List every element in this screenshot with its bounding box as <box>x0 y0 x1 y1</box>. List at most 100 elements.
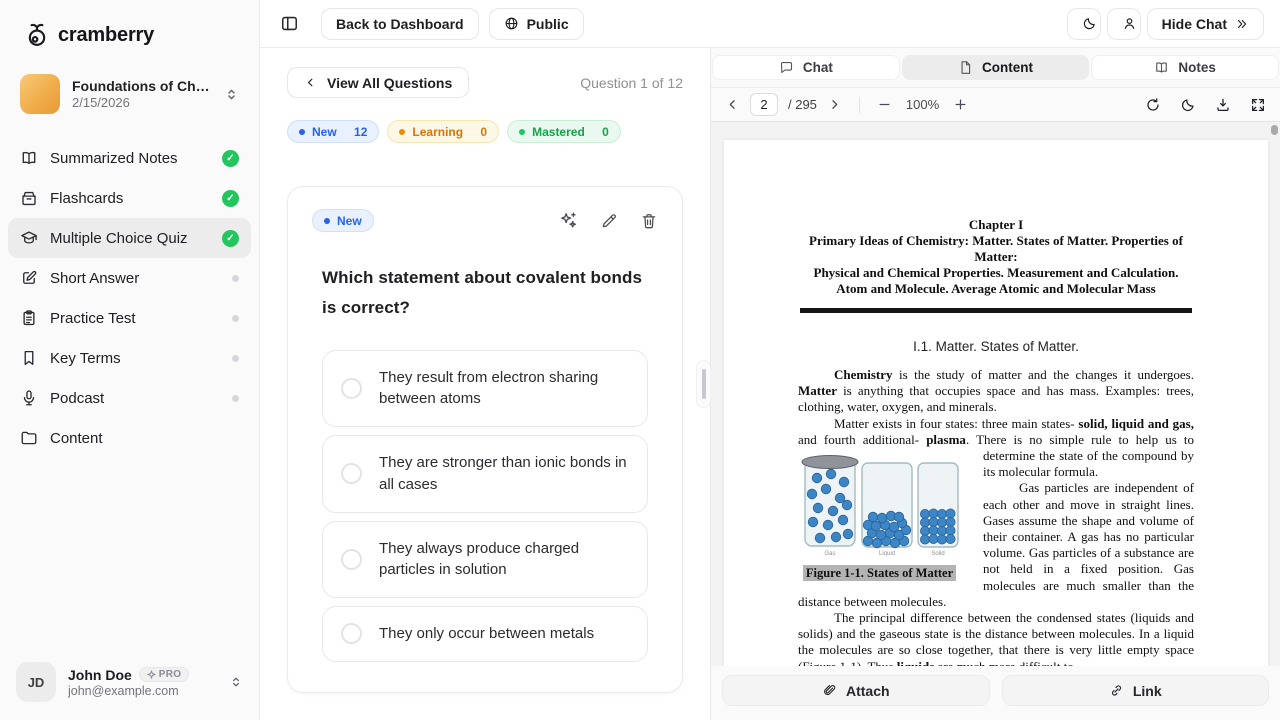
sidebar-item-label: Flashcards <box>50 190 123 207</box>
sidebar-item-multiple-choice-quiz[interactable]: Multiple Choice Quiz <box>8 218 251 258</box>
zoom-in-icon[interactable] <box>953 97 968 112</box>
sidebar-item-label: Podcast <box>50 390 104 407</box>
dark-mode-button[interactable] <box>1067 8 1101 40</box>
sidebar-item-practice-test[interactable]: Practice Test <box>8 298 251 338</box>
answer-option-2[interactable]: They are stronger than ionic bonds in al… <box>322 435 648 513</box>
radio-icon[interactable] <box>341 549 362 570</box>
pdf-subtitle: Physical and Chemical Properties. Measur… <box>798 265 1194 281</box>
folder-icon <box>20 429 38 447</box>
view-all-questions-button[interactable]: View All Questions <box>287 67 469 98</box>
sidebar-toggle-button[interactable] <box>276 10 303 37</box>
sidebar-item-summarized-notes[interactable]: Summarized Notes <box>8 138 251 178</box>
app-logo: cramberry <box>0 0 259 58</box>
notes-book-icon <box>1154 60 1169 75</box>
learning-dot-icon <box>399 129 405 135</box>
tab-notes[interactable]: Notes <box>1091 55 1279 80</box>
beakers-figure-image: Gas Liquid Solid <box>798 453 961 559</box>
answer-option-3[interactable]: They always produce charged particles in… <box>322 521 648 599</box>
panel-resize-handle[interactable] <box>696 360 711 408</box>
pdf-actions-bar: Attach Link <box>711 666 1280 720</box>
check-circle-icon <box>222 150 239 167</box>
sidebar-nav: Summarized Notes Flashcards Multiple Cho… <box>0 138 259 458</box>
attach-button[interactable]: Attach <box>722 675 990 706</box>
panel-tabs: Chat Content Notes <box>711 48 1280 88</box>
mastered-dot-icon <box>519 129 525 135</box>
zoom-out-icon[interactable] <box>877 97 892 112</box>
course-date: 2/15/2026 <box>72 95 212 110</box>
refresh-icon[interactable] <box>1145 97 1161 113</box>
ai-sparkles-icon[interactable] <box>559 211 578 230</box>
edit-pencil-icon[interactable] <box>600 212 618 230</box>
document-icon <box>958 60 973 75</box>
pdf-toolbar: / 295 100% <box>711 88 1280 122</box>
check-circle-icon <box>222 230 239 247</box>
pdf-chapter-title: Chapter I <box>798 217 1194 233</box>
course-avatar <box>20 74 60 114</box>
cranberry-logo-icon <box>24 22 50 48</box>
filter-badge-new[interactable]: New 12 <box>287 120 379 143</box>
status-filters: New 12 Learning 0 Mastered 0 <box>287 120 683 143</box>
sidebar-item-key-terms[interactable]: Key Terms <box>8 338 251 378</box>
course-selector[interactable]: Foundations of Che… 2/15/2026 <box>16 70 243 118</box>
page-number-input[interactable] <box>750 93 778 116</box>
fullscreen-icon[interactable] <box>1250 97 1266 113</box>
moon-icon <box>1082 16 1097 31</box>
bookmark-icon <box>20 349 38 367</box>
tab-content[interactable]: Content <box>902 55 1090 80</box>
chevron-left-icon <box>304 76 317 89</box>
answer-option-1[interactable]: They result from electron sharing betwee… <box>322 350 648 428</box>
chat-bubble-icon <box>779 60 794 75</box>
pending-dot-icon <box>232 355 239 362</box>
pdf-subtitle: Atom and Molecule. Average Atomic and Mo… <box>798 281 1194 297</box>
pdf-paragraph: Matter exists in four states: three main… <box>798 416 1194 481</box>
user-menu[interactable]: JD John Doe PRO john@example.com <box>0 646 259 720</box>
download-icon[interactable] <box>1215 97 1231 113</box>
answer-option-4[interactable]: They only occur between metals <box>322 606 648 662</box>
public-button[interactable]: Public <box>489 8 584 40</box>
globe-icon <box>504 16 519 31</box>
pro-badge: PRO <box>139 667 190 682</box>
previous-page-icon[interactable] <box>725 97 740 112</box>
question-status-badge: New <box>312 209 374 232</box>
sidebar-item-content[interactable]: Content <box>8 418 251 458</box>
chevron-up-down-icon <box>224 87 239 102</box>
check-circle-icon <box>222 190 239 207</box>
sidebar-item-label: Practice Test <box>50 310 136 327</box>
back-to-dashboard-button[interactable]: Back to Dashboard <box>321 8 479 40</box>
sidebar-item-podcast[interactable]: Podcast <box>8 378 251 418</box>
topbar: Back to Dashboard Public Hide Chat <box>260 0 1280 48</box>
answer-options: They result from electron sharing betwee… <box>322 350 648 662</box>
trash-icon[interactable] <box>640 212 658 230</box>
radio-icon[interactable] <box>341 463 362 484</box>
link-button[interactable]: Link <box>1002 675 1270 706</box>
sparkle-icon <box>147 670 156 679</box>
pending-dot-icon <box>232 315 239 322</box>
figure-label-liquid: Liquid <box>879 551 895 557</box>
sidebar-item-flashcards[interactable]: Flashcards <box>8 178 251 218</box>
tab-chat[interactable]: Chat <box>712 55 900 80</box>
filter-badge-learning[interactable]: Learning 0 <box>387 120 499 143</box>
card-box-icon <box>20 189 38 207</box>
toolbar-divider <box>859 97 860 113</box>
radio-icon[interactable] <box>341 378 362 399</box>
figure-label-solid: Solid <box>931 551 944 557</box>
sidebar-item-label: Content <box>50 430 103 447</box>
hide-chat-button[interactable]: Hide Chat <box>1147 8 1264 40</box>
account-button[interactable] <box>1107 8 1141 40</box>
figure-caption: Figure 1-1. States of Matter <box>803 565 956 581</box>
filter-badge-mastered[interactable]: Mastered 0 <box>507 120 621 143</box>
sidebar: cramberry Foundations of Che… 2/15/2026 … <box>0 0 260 720</box>
pdf-page: Chapter I Primary Ideas of Chemistry: Ma… <box>724 140 1268 666</box>
pending-dot-icon <box>232 275 239 282</box>
pdf-viewer[interactable]: Chapter I Primary Ideas of Chemistry: Ma… <box>711 122 1280 666</box>
next-page-icon[interactable] <box>827 97 842 112</box>
sidebar-item-short-answer[interactable]: Short Answer <box>8 258 251 298</box>
pdf-section-heading: I.1. Matter. States of Matter. <box>798 339 1194 354</box>
user-name: John Doe <box>68 667 132 683</box>
pdf-scrollbar-thumb[interactable] <box>1271 125 1278 135</box>
radio-icon[interactable] <box>341 623 362 644</box>
sidebar-item-label: Summarized Notes <box>50 150 178 167</box>
open-book-icon <box>20 149 38 167</box>
moon-icon[interactable] <box>1180 97 1196 113</box>
page-total: / 295 <box>788 97 817 112</box>
